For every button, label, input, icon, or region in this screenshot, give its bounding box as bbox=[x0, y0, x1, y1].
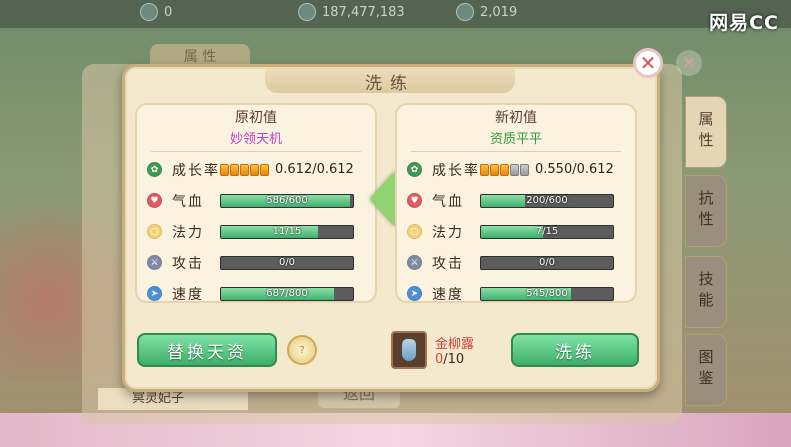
new-speed-row: ➤ 速度 545/800 bbox=[397, 278, 635, 309]
new-quality: 资质平平 bbox=[489, 132, 542, 147]
speed-icon: ➤ bbox=[407, 286, 422, 301]
growth-pill bbox=[230, 163, 239, 176]
bar-text: 7/15 bbox=[535, 225, 559, 237]
resource-value-2: 187,477,183 bbox=[322, 4, 405, 20]
original-growth-pills bbox=[220, 163, 269, 176]
resource-stat-3: 2,019 bbox=[456, 3, 517, 21]
bar-text: 0/0 bbox=[538, 256, 556, 268]
original-speed-row: ➤ 速度 687/800 bbox=[137, 278, 375, 309]
original-attack-row: ⚔ 攻击 0/0 bbox=[137, 247, 375, 278]
stat-label: 攻击 bbox=[172, 255, 204, 272]
growth-pill bbox=[260, 163, 269, 176]
stat-label: 攻击 bbox=[432, 255, 464, 272]
new-attack-bar: 0/0 bbox=[480, 255, 614, 270]
original-mp-bar: 11/15 bbox=[220, 224, 354, 239]
stat-label: 气血 bbox=[172, 193, 204, 210]
new-speed-bar: 545/800 bbox=[480, 286, 614, 301]
heart-icon: ♥ bbox=[407, 193, 422, 208]
refine-dialog: 洗练 原初值 妙领天机 ✿ 成长率 0.612/0.612 ♥ 气血 586/6… bbox=[122, 64, 660, 392]
growth-label: 成长率 bbox=[172, 162, 220, 179]
side-tab-codex[interactable]: 图鉴 bbox=[685, 334, 727, 406]
stat-label: 气血 bbox=[432, 193, 464, 210]
jade-icon bbox=[456, 3, 474, 21]
vase-icon bbox=[402, 339, 416, 361]
original-mp-row: ○ 法力 11/15 bbox=[137, 216, 375, 247]
original-attack-bar: 0/0 bbox=[220, 255, 354, 270]
close-icon[interactable]: ✕ bbox=[633, 48, 663, 78]
bar-text: 586/600 bbox=[266, 194, 308, 206]
coin-icon bbox=[140, 3, 158, 21]
growth-pill bbox=[490, 163, 499, 176]
growth-label: 成长率 bbox=[432, 162, 480, 179]
new-mp-row: ○ 法力 7/15 bbox=[397, 216, 635, 247]
resource-stat-2: 187,477,183 bbox=[298, 3, 405, 21]
brand-watermark: 网易CC bbox=[709, 12, 779, 34]
side-tab-resistance[interactable]: 抗性 bbox=[685, 175, 727, 247]
original-growth-row: ✿ 成长率 0.612/0.612 bbox=[137, 154, 375, 185]
original-quality: 妙领天机 bbox=[229, 132, 282, 147]
resource-value-3: 2,019 bbox=[480, 4, 518, 20]
new-hp-bar: 200/600 bbox=[480, 193, 614, 208]
original-growth-value: 0.612/0.612 bbox=[275, 162, 354, 177]
new-growth-value: 0.550/0.612 bbox=[535, 162, 614, 177]
mana-icon: ○ bbox=[407, 224, 422, 239]
item-count-total: /10 bbox=[443, 352, 465, 367]
growth-pill bbox=[240, 163, 249, 176]
new-attack-row: ⚔ 攻击 0/0 bbox=[397, 247, 635, 278]
growth-pill bbox=[480, 163, 489, 176]
bar-text: 11/15 bbox=[272, 225, 302, 237]
original-heading: 原初值 bbox=[235, 110, 277, 126]
growth-icon: ✿ bbox=[147, 162, 162, 177]
new-mp-bar: 7/15 bbox=[480, 224, 614, 239]
new-hp-row: ♥ 气血 200/600 bbox=[397, 185, 635, 216]
growth-pill bbox=[510, 163, 519, 176]
original-values-card: 原初值 妙领天机 ✿ 成长率 0.612/0.612 ♥ 气血 586/600 … bbox=[135, 103, 377, 303]
sword-icon: ⚔ bbox=[147, 255, 162, 270]
mana-icon: ○ bbox=[147, 224, 162, 239]
new-growth-pills bbox=[480, 163, 529, 176]
item-count: 0/10 bbox=[435, 352, 464, 367]
bar-text: 545/800 bbox=[526, 287, 568, 299]
stat-label: 速度 bbox=[432, 286, 464, 303]
bar-text: 200/600 bbox=[526, 194, 568, 206]
stat-label: 速度 bbox=[172, 286, 204, 303]
new-values-card: 新初值 资质平平 ✿ 成长率 0.550/0.612 ♥ 气血 200/600 … bbox=[395, 103, 637, 303]
resource-value-1: 0 bbox=[164, 4, 173, 20]
dialog-title: 洗练 bbox=[365, 73, 415, 94]
original-hp-row: ♥ 气血 586/600 bbox=[137, 185, 375, 216]
bar-text: 0/0 bbox=[278, 256, 296, 268]
new-growth-row: ✿ 成长率 0.550/0.612 bbox=[397, 154, 635, 185]
stat-label: 法力 bbox=[432, 224, 464, 241]
resource-stat-1: 0 bbox=[140, 3, 172, 21]
growth-icon: ✿ bbox=[407, 162, 422, 177]
speed-icon: ➤ bbox=[147, 286, 162, 301]
heart-icon: ♥ bbox=[147, 193, 162, 208]
item-slot[interactable] bbox=[391, 331, 427, 369]
growth-pill bbox=[500, 163, 509, 176]
dialog-title-bar: 洗练 bbox=[265, 69, 515, 94]
silver-icon bbox=[298, 3, 316, 21]
help-icon[interactable]: ? bbox=[287, 335, 317, 365]
growth-pill bbox=[220, 163, 229, 176]
side-tab-attributes[interactable]: 属性 bbox=[685, 96, 727, 168]
refine-button[interactable]: 洗练 bbox=[511, 333, 639, 367]
stat-label: 法力 bbox=[172, 224, 204, 241]
replace-talent-button[interactable]: 替换天资 bbox=[137, 333, 277, 367]
original-hp-bar: 586/600 bbox=[220, 193, 354, 208]
growth-pill bbox=[520, 163, 529, 176]
item-name: 金柳露 bbox=[435, 337, 475, 352]
growth-pill bbox=[250, 163, 259, 176]
new-heading: 新初值 bbox=[495, 110, 537, 126]
arrow-left-icon bbox=[370, 171, 396, 227]
original-speed-bar: 687/800 bbox=[220, 286, 354, 301]
sword-icon: ⚔ bbox=[407, 255, 422, 270]
side-tab-skills[interactable]: 技能 bbox=[685, 256, 727, 328]
outer-close-icon[interactable]: ✕ bbox=[676, 50, 702, 76]
bar-text: 687/800 bbox=[266, 287, 308, 299]
